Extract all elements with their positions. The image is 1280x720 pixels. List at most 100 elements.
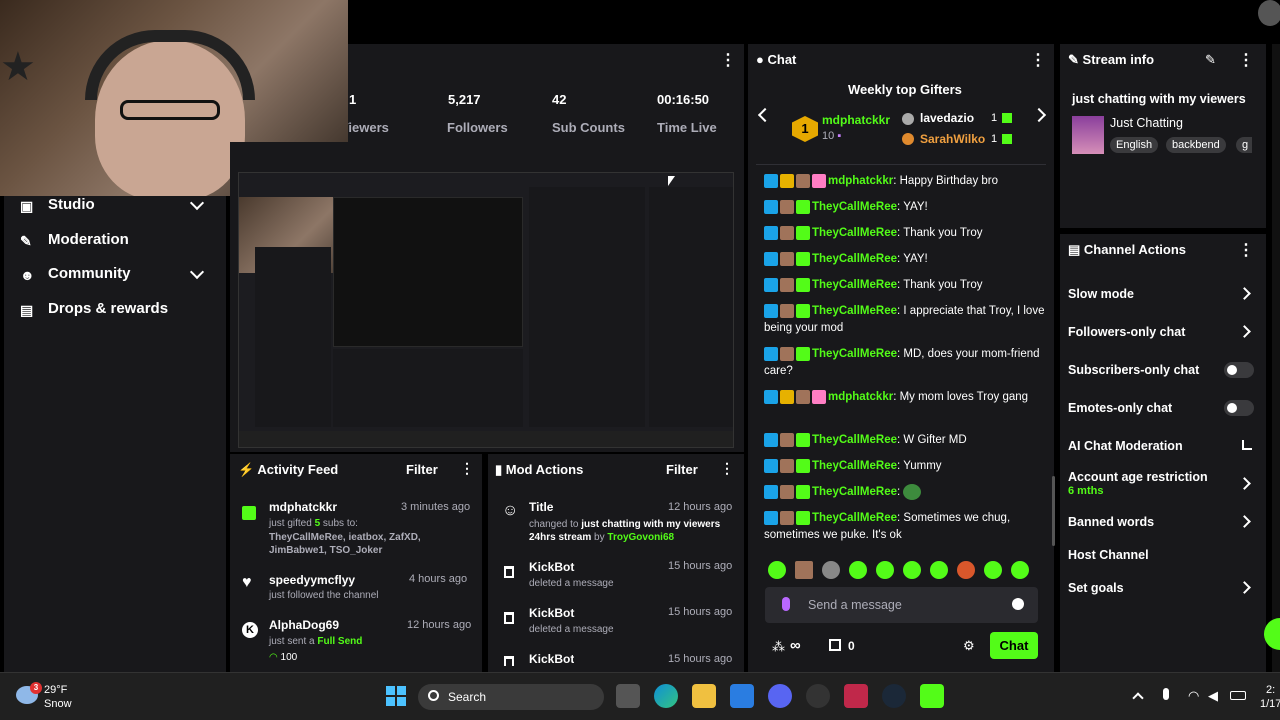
edit-pencil-icon[interactable]: ✎ (1205, 52, 1216, 68)
sidebar-item-label: Moderation (48, 231, 129, 248)
slow-mode-item[interactable]: Slow mode (1068, 287, 1134, 301)
emote-icon[interactable] (768, 561, 786, 579)
app-red-icon[interactable] (844, 684, 868, 708)
subscribers-only-toggle[interactable] (1224, 362, 1254, 378)
trash-icon (504, 566, 514, 578)
shield-icon: ▮ (495, 462, 503, 477)
sidebar-item-community[interactable]: ☻ Community (20, 265, 131, 283)
emote-icon[interactable] (930, 561, 948, 579)
search-icon (428, 690, 439, 701)
account-age-item[interactable]: Account age restriction (1068, 470, 1208, 484)
stat-viewers-value: 1 (349, 92, 357, 107)
set-goals-item[interactable]: Set goals (1068, 581, 1124, 595)
kick-app-icon[interactable] (920, 684, 944, 708)
feed-item-text: just sent a Full Send (269, 636, 363, 647)
stats-menu-icon[interactable]: ⋮ (720, 50, 736, 70)
edge-browser-icon[interactable] (654, 684, 678, 708)
feed-item-text: just gifted 5 subs to: (269, 518, 358, 529)
sidebar-item-studio[interactable]: ▣ Studio (20, 196, 95, 214)
emote-icon[interactable] (822, 561, 840, 579)
banned-words-item[interactable]: Banned words (1068, 515, 1154, 529)
mod-menu-icon[interactable]: ⋮ (720, 460, 734, 477)
gifter-name[interactable]: lavedazio (920, 111, 974, 125)
points-icon (829, 639, 841, 651)
followers-only-item[interactable]: Followers-only chat (1068, 325, 1185, 339)
mod-item-time: 12 hours ago (668, 501, 733, 513)
stream-info-header: ✎ Stream info (1068, 52, 1155, 67)
gift-icon (1002, 113, 1012, 123)
mod-item-name: Title (529, 500, 554, 514)
battery-icon[interactable] (1230, 691, 1246, 700)
profile-avatar[interactable] (1258, 0, 1280, 26)
mod-badge-icon (764, 510, 778, 525)
microphone-icon[interactable] (782, 597, 790, 611)
feed-item-recipients: TheyCallMeRee, ieatbox, ZafXD, JimBabwe1… (269, 532, 421, 556)
users-icon[interactable]: ⁂ (772, 639, 785, 655)
chat-input-placeholder[interactable]: Send a message (808, 598, 902, 612)
store-icon[interactable] (730, 684, 754, 708)
activity-feed-title: ⚡ Activity Feed (238, 462, 339, 477)
right-edge-accent (1272, 44, 1280, 672)
clock-date[interactable]: 1/17 (1260, 698, 1280, 710)
sidebar-item-drops[interactable]: ▤ Drops & rewards (20, 300, 169, 318)
activity-filter-button[interactable]: Filter (406, 462, 438, 477)
emote-icon[interactable] (849, 561, 867, 579)
stream-preview[interactable] (238, 172, 734, 448)
mod-badge-icon (764, 458, 778, 473)
volume-icon[interactable]: ◀ (1208, 688, 1218, 704)
mod-filter-button[interactable]: Filter (666, 462, 698, 477)
clock-time[interactable]: 2: (1266, 684, 1275, 696)
gear-icon[interactable]: ⚙ (963, 638, 975, 654)
steam-icon[interactable] (882, 684, 906, 708)
gift-badge-icon (796, 432, 810, 447)
mod-badge-icon (764, 303, 778, 318)
emote-icon[interactable] (984, 561, 1002, 579)
chat-send-button[interactable]: Chat (990, 632, 1038, 659)
microphone-tray-icon[interactable] (1163, 688, 1169, 700)
chat-bubble-icon: ● (756, 52, 764, 67)
emote-icon[interactable] (957, 561, 975, 579)
tag-chip[interactable]: g (1236, 137, 1252, 153)
emotes-only-toggle[interactable] (1224, 400, 1254, 416)
channel-actions-menu-icon[interactable]: ⋮ (1238, 240, 1254, 260)
crown-badge-icon (780, 173, 794, 188)
emote-icon[interactable] (795, 561, 813, 579)
gifter-count: 1 (991, 133, 998, 145)
emote-icon[interactable] (903, 561, 921, 579)
emote-icon[interactable] (876, 561, 894, 579)
stream-info-menu-icon[interactable]: ⋮ (1238, 50, 1254, 70)
discord-icon[interactable] (768, 684, 792, 708)
tag-chip[interactable]: English (1110, 137, 1159, 153)
ai-moderation-item[interactable]: AI Chat Moderation (1068, 439, 1183, 453)
chat-menu-icon[interactable]: ⋮ (1030, 50, 1046, 70)
external-link-icon[interactable] (1242, 440, 1252, 450)
emote-icon[interactable] (1011, 561, 1029, 579)
top-gifter-name[interactable]: mdphatckkr (822, 113, 890, 127)
gifter-name[interactable]: SarahWilko (920, 132, 985, 146)
feed-item-text: just followed the channel (269, 590, 379, 601)
sidebar-item-moderation[interactable]: ✎ Moderation (20, 231, 129, 249)
start-button-icon[interactable] (386, 686, 406, 706)
activity-menu-icon[interactable]: ⋮ (460, 460, 474, 477)
chat-message: TheyCallMeRee: Yummy (764, 458, 1054, 475)
host-channel-item[interactable]: Host Channel (1068, 548, 1149, 562)
task-view-icon[interactable] (616, 684, 640, 708)
wifi-icon[interactable]: ◠ (1188, 688, 1199, 704)
stat-time-label: Time Live (657, 120, 717, 135)
taskbar-search-label[interactable]: Search (448, 690, 486, 704)
mod-badge-icon (764, 225, 778, 240)
taskbar-search-box[interactable] (418, 684, 604, 710)
trash-icon (504, 656, 514, 666)
tag-chip[interactable]: backbend (1166, 137, 1226, 153)
chat-message: TheyCallMeRee: I appreciate that Troy, I… (764, 303, 1045, 334)
user-edit-icon: ☺ (502, 502, 519, 519)
chat-message: TheyCallMeRee: Thank you Troy (764, 277, 1054, 294)
gifter-rank-icon (902, 133, 914, 145)
category-name[interactable]: Just Chatting (1110, 116, 1183, 130)
app-icon[interactable] (806, 684, 830, 708)
floating-action-button[interactable] (1264, 618, 1280, 650)
file-explorer-icon[interactable] (692, 684, 716, 708)
emoji-picker-icon[interactable] (1012, 598, 1024, 610)
sidebar-item-label: Drops & rewards (48, 300, 169, 317)
mod-badge-icon (764, 199, 778, 214)
